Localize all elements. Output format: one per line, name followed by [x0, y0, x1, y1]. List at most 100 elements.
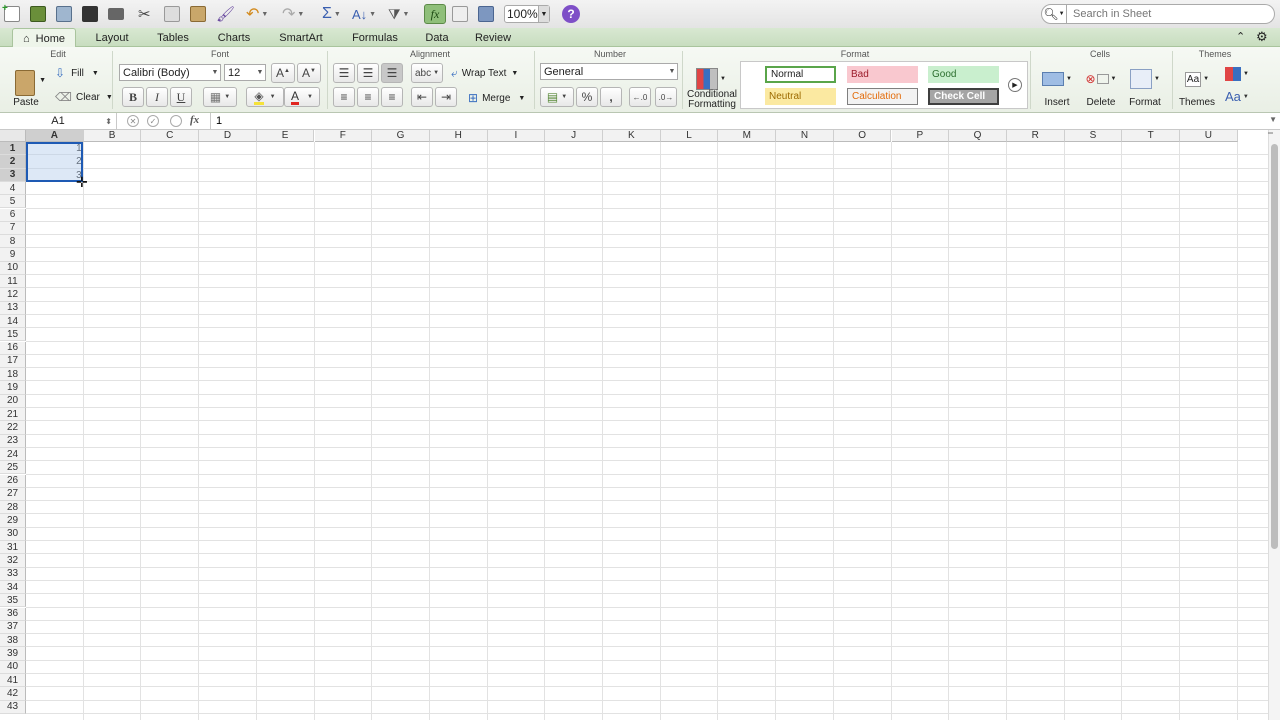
row-header-5[interactable]: 5 — [0, 195, 26, 209]
tab-review[interactable]: Review — [466, 28, 520, 47]
font-color-button[interactable]: A ▼ — [284, 87, 320, 107]
tab-charts[interactable]: Charts — [207, 28, 261, 47]
row-header-17[interactable]: 17 — [0, 354, 26, 369]
delete-cells-button[interactable]: ⊗ ▼ — [1084, 65, 1118, 93]
merge-button[interactable]: ⊞ Merge ▼ — [468, 91, 525, 105]
column-header-k[interactable]: K — [603, 130, 661, 142]
search-icon[interactable]: 🔍︎ ▼ — [1041, 4, 1067, 24]
align-bottom-button[interactable]: ☰ — [381, 63, 403, 83]
column-header-n[interactable]: N — [776, 130, 834, 142]
column-header-r[interactable]: R — [1006, 130, 1065, 142]
fx-icon[interactable]: fx — [190, 114, 199, 126]
row-header-20[interactable]: 20 — [0, 394, 26, 408]
row-header-2[interactable]: 2 — [0, 155, 26, 169]
tab-tables[interactable]: Tables — [146, 28, 200, 47]
column-header-c[interactable]: C — [141, 130, 200, 142]
redo-button[interactable]: ↷ ▼ — [282, 4, 304, 24]
row-header-15[interactable]: 15 — [0, 328, 26, 342]
column-header-o[interactable]: O — [833, 130, 892, 142]
row-header-32[interactable]: 32 — [0, 554, 26, 568]
font-size-select[interactable]: 12 ▼ — [224, 64, 266, 81]
column-header-l[interactable]: L — [660, 130, 719, 142]
column-header-f[interactable]: F — [314, 130, 373, 142]
increase-decimal-button[interactable]: ←.0 — [629, 87, 651, 107]
row-header-22[interactable]: 22 — [0, 421, 26, 435]
tab-formulas[interactable]: Formulas — [342, 28, 408, 47]
search-input[interactable] — [1067, 4, 1275, 24]
row-header-1[interactable]: 1 — [0, 142, 26, 156]
column-header-h[interactable]: H — [429, 130, 488, 142]
align-right-button[interactable]: ≡ — [381, 87, 403, 107]
fill-button[interactable]: ⇩ Fill ▼ — [55, 66, 99, 80]
row-header-14[interactable]: 14 — [0, 314, 26, 329]
row-header-43[interactable]: 43 — [0, 700, 26, 714]
row-header-6[interactable]: 6 — [0, 208, 26, 222]
number-format-select[interactable]: General ▼ — [540, 63, 678, 80]
row-header-38[interactable]: 38 — [0, 634, 26, 648]
comma-style-button[interactable]: , — [600, 87, 622, 107]
format-painter-button[interactable]: 🖌 — [216, 4, 235, 24]
save-button[interactable] — [82, 4, 98, 24]
styles-next-button[interactable]: ▶ — [1008, 78, 1022, 92]
row-header-23[interactable]: 23 — [0, 434, 26, 448]
row-header-8[interactable]: 8 — [0, 235, 26, 249]
row-header-24[interactable]: 24 — [0, 447, 26, 462]
chevron-down-icon[interactable]: ▼ — [1269, 115, 1277, 124]
print-button[interactable] — [108, 4, 124, 24]
tab-layout[interactable]: Layout — [85, 28, 139, 47]
currency-format-button[interactable]: ▤ ▼ — [540, 87, 574, 107]
align-center-button[interactable]: ≡ — [357, 87, 379, 107]
column-header-u[interactable]: U — [1180, 130, 1238, 142]
collapse-ribbon-icon[interactable]: ⌃ — [1236, 30, 1245, 43]
paste-toolbar-button[interactable] — [190, 4, 206, 24]
tab-data[interactable]: Data — [416, 28, 458, 47]
row-header-37[interactable]: 37 — [0, 620, 26, 635]
decrease-decimal-button[interactable]: .0→ — [655, 87, 677, 107]
row-header-27[interactable]: 27 — [0, 487, 26, 502]
row-header-34[interactable]: 34 — [0, 580, 26, 595]
align-left-button[interactable]: ≡ — [333, 87, 355, 107]
tab-home[interactable]: ⌂ Home — [12, 28, 76, 48]
row-header-3[interactable]: 3 — [0, 168, 26, 182]
themes-button[interactable]: Aa ▼ — [1180, 65, 1214, 93]
row-header-39[interactable]: 39 — [0, 647, 26, 661]
worksheet-grid[interactable]: ABCDEFGHIJKLMNOPQRSTU 1 2 3 4 5 6 7 8 9 10 11 12 13 1… — [0, 130, 1268, 720]
tab-smartart[interactable]: SmartArt — [270, 28, 332, 47]
row-header-10[interactable]: 10 — [0, 261, 26, 275]
row-header-19[interactable]: 19 — [0, 381, 26, 395]
formula-input[interactable] — [210, 113, 1265, 129]
row-header-29[interactable]: 29 — [0, 514, 26, 528]
row-header-11[interactable]: 11 — [0, 275, 26, 289]
percent-style-button[interactable]: % — [576, 87, 598, 107]
selection-range[interactable] — [26, 142, 83, 182]
row-header-28[interactable]: 28 — [0, 501, 26, 515]
row-header-41[interactable]: 41 — [0, 674, 26, 688]
row-header-9[interactable]: 9 — [0, 248, 26, 262]
row-header-25[interactable]: 25 — [0, 461, 26, 475]
theme-fonts-button[interactable]: Aa ▼ — [1225, 89, 1249, 104]
italic-button[interactable]: I — [146, 87, 168, 107]
scrollbar-thumb[interactable] — [1271, 144, 1278, 549]
sort-button[interactable]: A↓ ▼ — [352, 4, 376, 24]
decrease-indent-button[interactable]: ⇤ — [411, 87, 433, 107]
style-good[interactable]: Good — [928, 66, 999, 83]
row-header-18[interactable]: 18 — [0, 368, 26, 382]
row-header-21[interactable]: 21 — [0, 408, 26, 422]
theme-colors-button[interactable]: ▼ — [1225, 67, 1249, 81]
cut-button[interactable]: ✂ — [138, 4, 151, 24]
row-header-36[interactable]: 36 — [0, 607, 26, 621]
paste-button[interactable]: ▼ — [8, 65, 46, 101]
enter-checkmark-icon[interactable]: ✓ — [147, 115, 159, 127]
column-header-b[interactable]: B — [83, 130, 142, 142]
zoom-select[interactable]: 100% ▼ — [504, 5, 550, 23]
column-header-s[interactable]: S — [1064, 130, 1123, 142]
copy-button[interactable] — [164, 4, 180, 24]
name-box[interactable]: A1 ⬍ — [0, 113, 117, 129]
autosum-button[interactable]: Σ ▼ — [322, 4, 341, 24]
filter-button[interactable]: ⧩ ▼ — [388, 4, 409, 24]
column-header-m[interactable]: M — [718, 130, 777, 142]
vertical-scrollbar[interactable] — [1268, 130, 1280, 720]
ribbon-settings-gear-icon[interactable]: ⚙ — [1256, 29, 1268, 45]
clear-button[interactable]: ⌫ Clear ▼ — [55, 90, 113, 104]
row-header-31[interactable]: 31 — [0, 541, 26, 555]
